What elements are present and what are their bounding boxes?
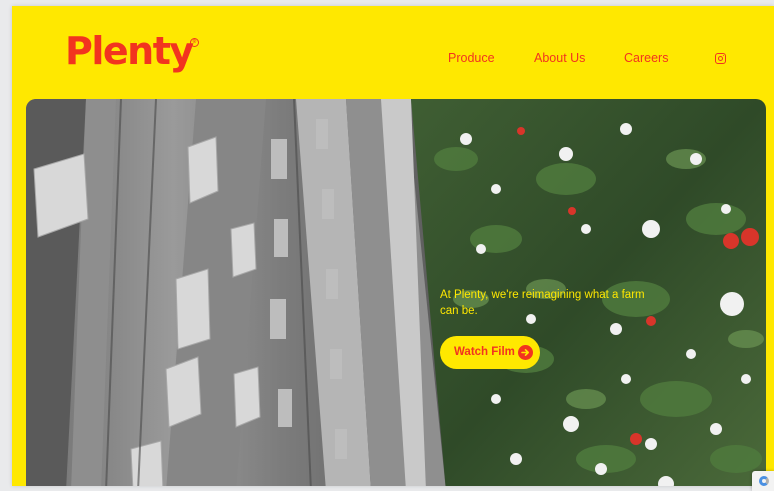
page: Plenty ® Produce About Us Careers At Ple… [12,6,774,486]
watch-film-label: Watch Film [454,346,515,358]
plenty-logo[interactable]: Plenty [65,32,194,70]
nav-produce-link[interactable]: Produce [448,52,495,65]
nav-about-link[interactable]: About Us [534,52,585,65]
arrow-right-circle-icon [518,345,533,360]
registered-mark: ® [190,38,199,47]
hero-video: At Plenty, we're reimagining what a farm… [26,99,766,486]
hero-background-image [26,99,766,486]
instagram-icon[interactable] [715,53,726,64]
hero-tagline: At Plenty, we're reimagining what a farm… [440,289,645,317]
watch-film-button[interactable]: Watch Film [440,336,540,369]
nav-careers-link[interactable]: Careers [624,52,668,65]
recaptcha-badge[interactable] [752,471,774,491]
